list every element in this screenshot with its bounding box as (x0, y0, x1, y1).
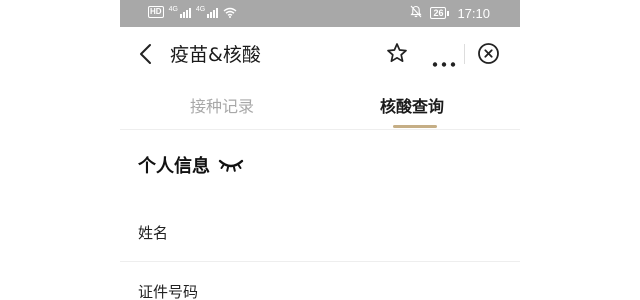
signal-2-gen: 4G (195, 6, 206, 13)
field-row-name: 姓名 (120, 222, 520, 262)
close-icon[interactable] (477, 42, 500, 65)
tab-nucleic-acid-query[interactable]: 核酸查询 (380, 93, 444, 117)
back-arrow-icon[interactable] (136, 42, 156, 66)
phone-screen: HD 4G 4G 26 17:10 疫苗&核酸 接种记录 核酸查询 个人信息 姓… (120, 0, 520, 300)
more-icon[interactable] (432, 52, 456, 67)
signal-1-icon: 4G (169, 6, 191, 18)
hd-badge: HD (148, 6, 164, 18)
closed-eye-icon[interactable] (218, 157, 244, 173)
wifi-icon (223, 7, 237, 18)
tab-bar: 接种记录 核酸查询 (120, 81, 520, 130)
tab-active-indicator (393, 125, 437, 128)
status-time: 17:10 (457, 5, 490, 21)
section-title: 个人信息 (138, 156, 210, 177)
nav-bar: 疫苗&核酸 (120, 27, 520, 81)
nav-divider (464, 44, 465, 64)
row-divider (120, 261, 520, 262)
status-bar-left: HD 4G 4G (148, 6, 237, 18)
field-label-name: 姓名 (138, 224, 169, 242)
tab-vaccination-records[interactable]: 接种记录 (190, 93, 254, 117)
field-row-id-number: 证件号码 (120, 281, 520, 300)
page: HD 4G 4G 26 17:10 疫苗&核酸 接种记录 核酸查询 个人信息 姓… (0, 0, 640, 300)
page-title: 疫苗&核酸 (170, 44, 261, 66)
star-icon[interactable] (386, 42, 408, 64)
signal-1-gen: 4G (168, 6, 178, 13)
section-header: 个人信息 (138, 152, 244, 178)
status-bar: HD 4G 4G 26 17:10 (120, 0, 520, 27)
status-bar-right: 26 17:10 (410, 5, 490, 21)
mute-icon (410, 5, 422, 21)
battery-icon: 26 (430, 7, 450, 19)
battery-level: 26 (430, 7, 447, 19)
field-label-id-number: 证件号码 (138, 283, 199, 300)
signal-2-icon: 4G (195, 6, 219, 18)
